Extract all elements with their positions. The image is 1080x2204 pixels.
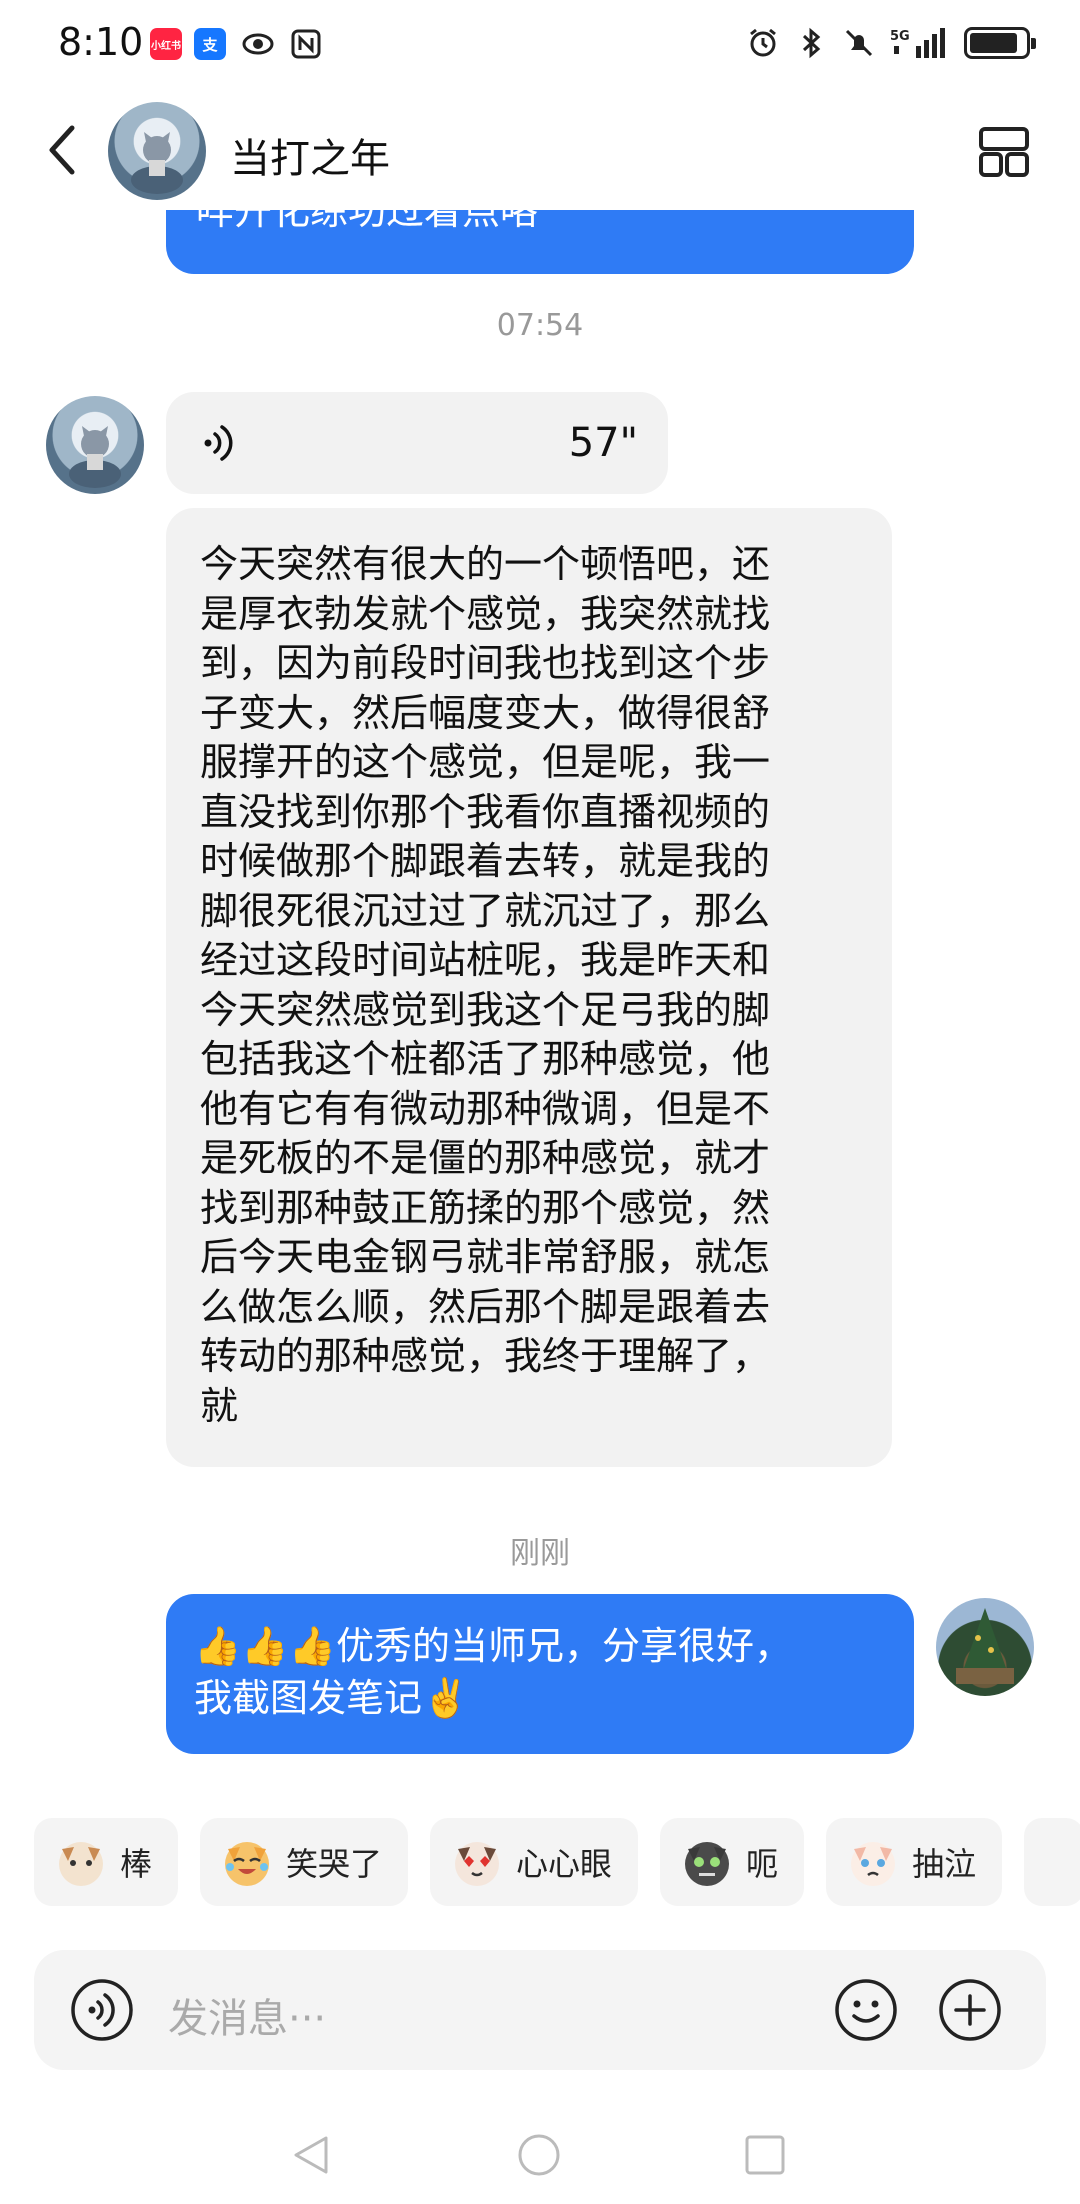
cat-awkward-icon [685,1842,730,1886]
cat-avatar-image [131,132,183,194]
quick-reply-chip[interactable]: 棒 [34,1818,179,1906]
chat-header: 当打之年 [0,90,1080,210]
battery-icon [964,27,1036,59]
emoji-icon[interactable] [834,1978,898,2042]
message-text: 今天突然有很大的一个顿悟吧，还 是厚衣勃发就个感觉，我突然就找 到，因为前段时间… [200,542,771,1428]
chip-label: 心心眼 [516,1845,613,1883]
sender-avatar[interactable] [46,396,144,494]
cat-sob-icon [851,1842,896,1886]
status-bar: 8:10 小红书 支 5G [0,0,1080,90]
bluetooth-icon [802,27,821,59]
received-message[interactable]: 今天突然有很大的一个顿悟吧，还 是厚衣勃发就个感觉，我突然就找 到，因为前段时间… [166,508,892,1467]
cat-thumbs-icon [59,1842,103,1886]
chip-label: 棒 [120,1845,153,1883]
quick-reply-chip[interactable]: 呃 [660,1818,805,1906]
quick-reply-chip[interactable]: 心心眼 [430,1818,639,1906]
voice-input-icon[interactable] [70,1978,134,2042]
mute-icon [845,29,873,57]
svg-text:5G: 5G [890,29,910,44]
quick-reply-chip[interactable]: 笑哭了 [200,1818,409,1906]
nav-back-icon[interactable] [288,2132,334,2178]
status-notification-icons: 小红书 支 [150,28,322,60]
message-text: 咩开化练功过着点咯 [196,210,539,233]
nav-recents-icon[interactable] [742,2132,788,2178]
message-text: 👍👍👍优秀的当师兄，分享很好， 我截图发笔记✌️ [194,1624,792,1720]
contact-avatar[interactable] [108,102,206,200]
status-system-icons: 5G [746,26,1036,60]
chat-menu-icon[interactable] [978,126,1030,178]
my-avatar[interactable] [936,1598,1034,1696]
quick-reply-chip-partial[interactable] [1024,1818,1080,1906]
tree-avatar-image [956,1608,1014,1684]
signal-5g-icon: 5G [890,28,945,58]
eye-icon [242,33,274,55]
chip-label: 呃 [746,1845,779,1883]
alipay-icon: 支 [194,28,226,60]
cat-avatar-image [69,426,121,488]
message-input[interactable]: 发消息··· [168,1986,326,2044]
voice-wave-icon [204,425,233,461]
chat-title: 当打之年 [230,136,390,182]
quick-reply-bar[interactable]: 棒 笑哭了 心心眼 呃 抽泣 [34,1818,1080,1906]
time-divider: 07:54 [496,308,584,343]
sent-message-partial[interactable]: 咩开化练功过着点咯 [166,210,914,274]
back-arrow-icon[interactable] [42,122,82,178]
voice-message[interactable]: 57" [166,392,668,494]
system-nav-bar [0,2110,1080,2204]
xiaohongshu-icon: 小红书 [150,28,182,60]
voice-duration: 57" [568,420,638,466]
nfc-icon [291,29,321,59]
time-divider: 刚刚 [510,1536,570,1571]
sent-message[interactable]: 👍👍👍优秀的当师兄，分享很好， 我截图发笔记✌️ [166,1594,914,1754]
alarm-icon [750,28,776,57]
chip-label: 抽泣 [912,1845,977,1883]
nav-home-icon[interactable] [516,2132,562,2178]
message-input-bar: 发消息··· [34,1950,1046,2070]
status-time: 8:10 [58,20,144,64]
chip-label: 笑哭了 [286,1845,383,1883]
cat-laugh-cry-icon [225,1842,270,1886]
plus-icon[interactable] [938,1978,1002,2042]
cat-heart-eyes-icon [455,1842,500,1886]
quick-reply-chip[interactable]: 抽泣 [826,1818,1003,1906]
message-list[interactable]: 咩开化练功过着点咯 07:54 57" 今天突然有很大的一个顿悟吧，还 是厚衣勃… [0,210,1080,1790]
